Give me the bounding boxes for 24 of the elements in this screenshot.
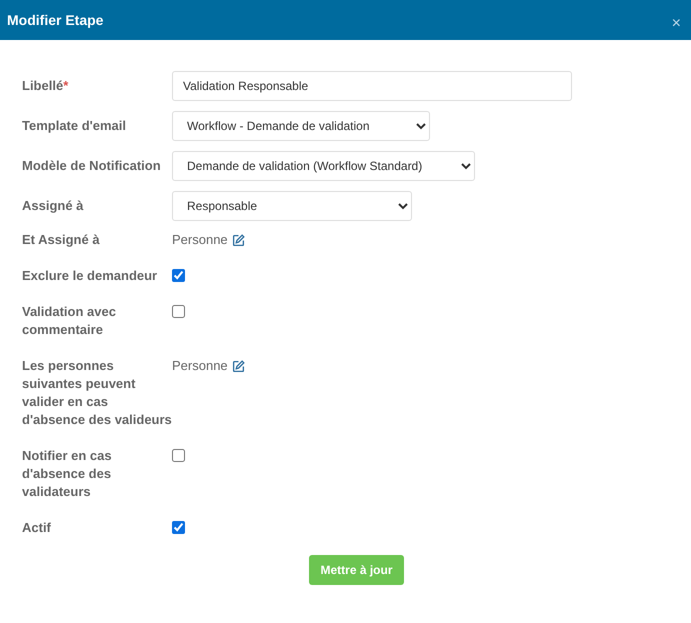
dropdown-select[interactable]: Demande de validation (Workflow Standard) — [172, 151, 475, 181]
edit-icon[interactable] — [232, 360, 245, 372]
edit-icon[interactable] — [232, 234, 245, 246]
field-label: Actif — [22, 519, 52, 537]
field-label: Modèle de Notification — [22, 157, 162, 175]
field-label: Assigné à — [22, 197, 84, 215]
checkbox[interactable] — [172, 269, 185, 282]
window-title: Modifier Etape — [7, 12, 104, 28]
checkbox[interactable] — [172, 521, 185, 534]
field-label: Template d'email — [22, 117, 127, 135]
field-label: Validation avec commentaire — [22, 303, 117, 339]
field-label: Libellé* — [22, 77, 70, 95]
field-label: Exclure le demandeur — [22, 267, 158, 285]
assignee-text: Personne — [172, 357, 228, 375]
field-label: Les personnes suivantes peuvent valider en cas d'absence des valideurs — [22, 357, 172, 429]
text-input[interactable]: Validation Responsable — [172, 71, 572, 101]
dropdown-select[interactable]: Responsable — [172, 191, 412, 221]
field-label: Notifier en cas d'absence des validateurs — [22, 447, 113, 501]
field-label: Et Assigné à — [22, 231, 101, 249]
close-button[interactable]: × — [668, 15, 685, 33]
checkbox[interactable] — [172, 305, 185, 318]
checkbox[interactable] — [172, 449, 185, 462]
dropdown-select[interactable]: Workflow - Demande de validation — [172, 111, 430, 141]
assignee-text: Personne — [172, 231, 228, 249]
